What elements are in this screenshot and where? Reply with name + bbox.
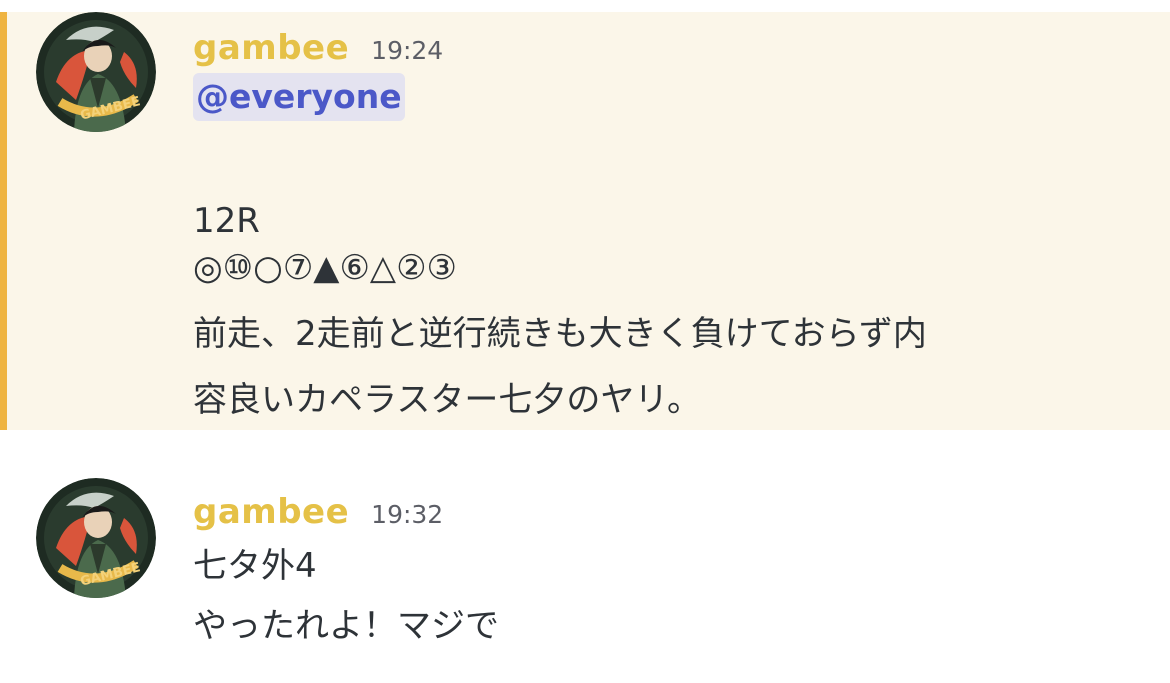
username[interactable]: gambee xyxy=(193,28,349,68)
mention-highlight-bar xyxy=(0,12,7,430)
message-header: gambee 19:24 xyxy=(193,28,443,68)
message-line: やったれよ！マジで xyxy=(193,606,499,646)
avatar-image: GAMBEE xyxy=(36,478,156,598)
everyone-mention[interactable]: @everyone xyxy=(193,73,405,121)
message-header: gambee 19:32 xyxy=(193,492,443,532)
username[interactable]: gambee xyxy=(193,492,349,532)
message-line: 前走、2走前と逆行続きも大きく負けておらず内 xyxy=(193,314,927,354)
avatar-image: GAMBEE xyxy=(36,12,156,132)
message-1: GAMBEE gambee 19:24 @everyone 12R ◎⑩○⑦▲⑥△… xyxy=(0,12,1170,430)
message-line: 容良いカペラスター七夕のヤリ。 xyxy=(193,380,701,420)
message-line: 12R xyxy=(193,201,260,241)
timestamp: 19:24 xyxy=(371,36,444,65)
avatar[interactable]: GAMBEE xyxy=(36,12,156,132)
timestamp: 19:32 xyxy=(371,500,444,529)
avatar[interactable]: GAMBEE xyxy=(36,478,156,598)
message-2: GAMBEE gambee 19:32 七タ外4 やったれよ！マジで xyxy=(0,470,1170,683)
message-line: 七タ外4 xyxy=(193,546,317,586)
message-line: ◎⑩○⑦▲⑥△②③ xyxy=(193,248,458,288)
